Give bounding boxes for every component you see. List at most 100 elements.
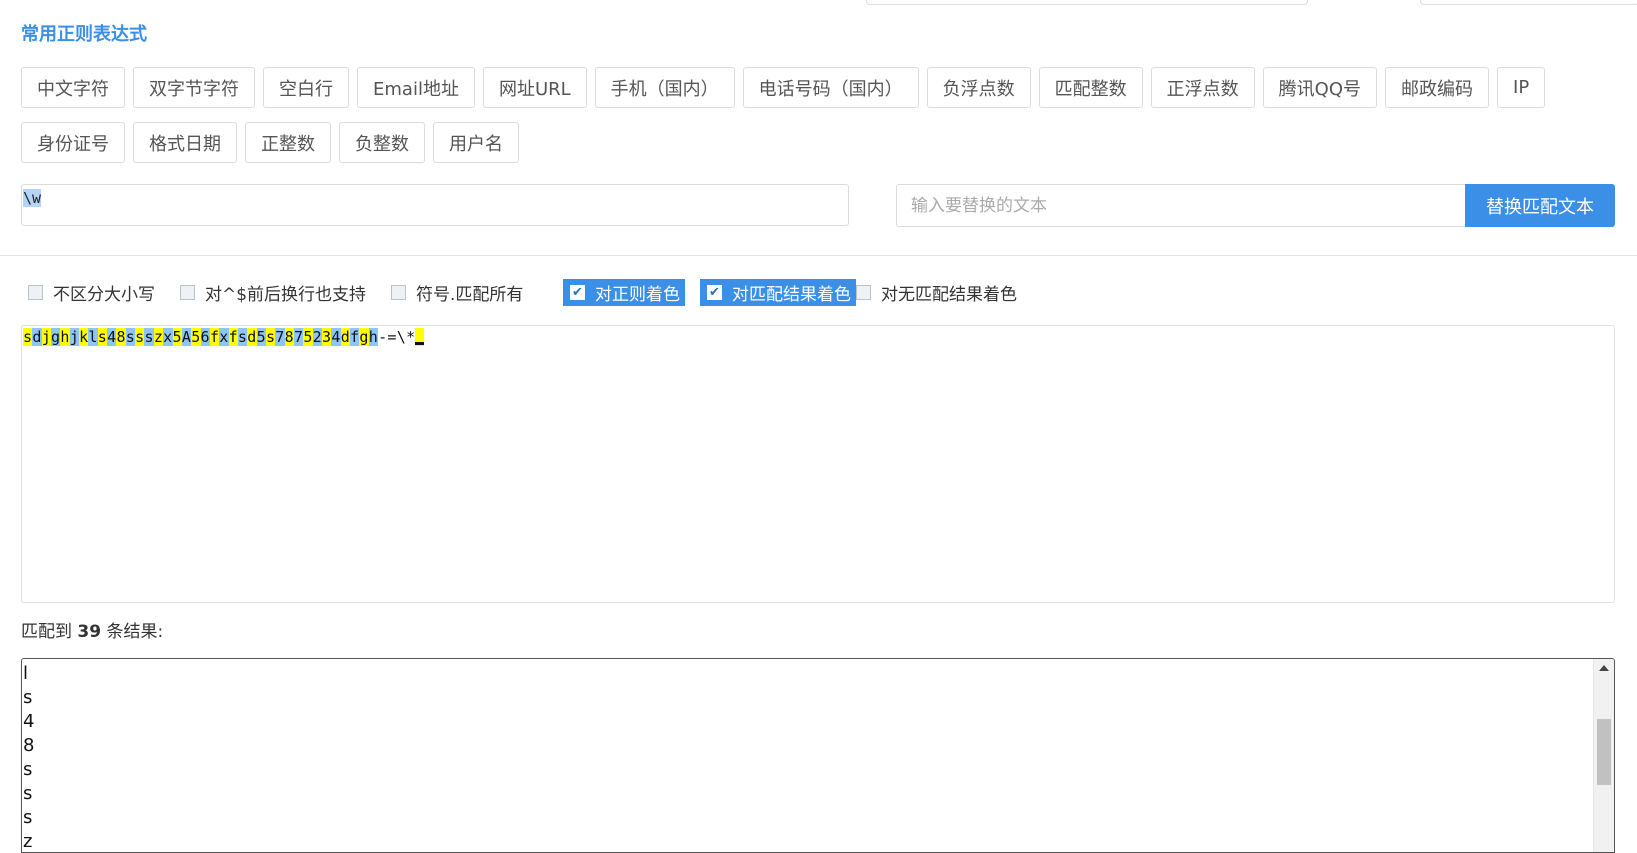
test-char: z	[153, 328, 164, 346]
test-char: l	[88, 328, 98, 346]
option-checkbox[interactable]: ✔ 对匹配结果着色	[700, 279, 856, 306]
test-char: 3	[322, 328, 332, 346]
preset-button[interactable]: 中文字符	[21, 67, 125, 108]
checkbox-unchecked-icon[interactable]	[180, 285, 195, 300]
test-char: h	[60, 328, 70, 346]
preset-button[interactable]: 网址URL	[482, 67, 587, 108]
test-char: 5	[256, 328, 266, 346]
option-label: 不区分大小写	[53, 285, 155, 305]
test-char: s	[23, 328, 33, 346]
preset-button[interactable]: Email地址	[357, 67, 475, 108]
regex-input-value: \w	[23, 189, 42, 207]
test-char: 8	[116, 328, 126, 346]
test-char: =	[387, 328, 397, 346]
preset-button[interactable]: 用户名	[433, 122, 519, 163]
option-label: 对正则着色	[595, 285, 680, 305]
preset-button[interactable]: 正浮点数	[1150, 67, 1255, 108]
option-checkbox[interactable]: 对无匹配结果着色	[849, 279, 1017, 306]
top-edge-fragment	[1420, 0, 1637, 5]
option-label: 对匹配结果着色	[732, 285, 851, 305]
test-char: d	[247, 328, 257, 346]
test-char: d	[32, 328, 42, 346]
result-item: s	[23, 687, 33, 708]
preset-button[interactable]: 格式日期	[133, 122, 237, 163]
result-list-box[interactable]: ls48sssz	[21, 658, 1615, 853]
test-char: f	[228, 328, 238, 346]
result-item: s	[23, 807, 33, 828]
option-label: 对无匹配结果着色	[881, 285, 1017, 305]
preset-button[interactable]: 邮政编码	[1385, 67, 1490, 108]
option-checkbox[interactable]: 对^$前后换行也支持	[173, 279, 366, 306]
preset-button[interactable]: 双字节字符	[133, 67, 255, 108]
result-count: 39	[77, 622, 102, 642]
preset-button[interactable]: 负浮点数	[926, 67, 1031, 108]
test-char: d	[340, 328, 351, 346]
result-summary-suffix: 条结果:	[101, 622, 164, 642]
test-char: 5	[172, 328, 182, 346]
test-char: 6	[200, 328, 210, 346]
test-char: s	[144, 328, 154, 346]
test-char: g	[51, 328, 61, 346]
preset-button[interactable]: IP	[1497, 67, 1546, 108]
test-char: 5	[303, 328, 313, 346]
test-char: x	[219, 328, 229, 346]
result-list: ls48sssz	[23, 662, 35, 852]
replace-text-input[interactable]	[896, 184, 1466, 227]
result-item: s	[23, 759, 33, 780]
test-char: 7	[275, 328, 285, 346]
scroll-up-arrow-icon[interactable]	[1599, 665, 1609, 671]
result-scrollbar[interactable]	[1593, 659, 1614, 852]
test-char: f	[209, 328, 220, 346]
preset-button[interactable]: 电话号码（国内）	[742, 67, 919, 108]
preset-button[interactable]: 匹配整数	[1038, 67, 1143, 108]
option-checkbox[interactable]: ✔ 对正则着色	[563, 279, 685, 306]
scroll-thumb[interactable]	[1597, 719, 1611, 785]
test-char: s	[125, 328, 136, 346]
option-label: 符号.匹配所有	[416, 285, 524, 305]
test-char: 7	[293, 328, 304, 346]
test-char: g	[359, 328, 369, 346]
test-char: 4	[331, 328, 341, 346]
test-char: x	[163, 328, 173, 346]
top-edge-fragment	[866, 0, 1308, 5]
checkbox-checked-icon[interactable]: ✔	[707, 285, 722, 300]
test-char: A	[181, 328, 192, 346]
test-char: j	[41, 328, 52, 346]
regex-input[interactable]: \w	[21, 184, 849, 226]
preset-button[interactable]: 正整数	[245, 122, 331, 163]
preset-button[interactable]: 腾讯QQ号	[1262, 67, 1378, 108]
divider	[0, 255, 1637, 256]
test-char: f	[350, 328, 360, 346]
regex-preset-buttons: 中文字符 双字节字符 空白行 Email地址 网址URL 手机（国内） 电话号码（国内） 负浮…	[21, 67, 1621, 177]
preset-button[interactable]: 手机（国内）	[594, 67, 735, 108]
replace-matches-button[interactable]: 替换匹配文本	[1465, 184, 1615, 227]
test-char: s	[237, 328, 248, 346]
result-item: l	[23, 663, 29, 684]
checkbox-unchecked-icon[interactable]	[856, 285, 871, 300]
checkbox-unchecked-icon[interactable]	[28, 285, 43, 300]
section-title: 常用正则表达式	[21, 24, 147, 44]
test-char: 8	[284, 328, 294, 346]
option-checkbox[interactable]: 符号.匹配所有	[384, 279, 523, 306]
result-item: 4	[23, 711, 35, 732]
result-item: s	[23, 783, 33, 804]
text-caret	[415, 342, 425, 345]
test-char: s	[265, 328, 276, 346]
test-char: s	[97, 328, 108, 346]
test-char: \	[396, 328, 407, 346]
option-checkbox[interactable]: 不区分大小写	[21, 279, 155, 306]
result-item: 8	[23, 735, 35, 756]
preset-button[interactable]: 负整数	[339, 122, 425, 163]
caret-highlight	[415, 328, 425, 346]
test-text-area[interactable]: sdjghjkls48ssszx5A56fxfsd5s7875234dfgh-=…	[21, 325, 1615, 603]
option-label: 对^$前后换行也支持	[205, 285, 367, 305]
preset-button[interactable]: 身份证号	[21, 122, 125, 163]
preset-button[interactable]: 空白行	[263, 67, 349, 108]
test-char: 5	[191, 328, 201, 346]
checkbox-checked-icon[interactable]: ✔	[570, 285, 585, 300]
checkbox-unchecked-icon[interactable]	[391, 285, 406, 300]
test-char: 2	[312, 328, 322, 346]
test-char: j	[69, 328, 80, 346]
test-char: h	[368, 328, 379, 346]
result-summary-prefix: 匹配到	[21, 622, 78, 642]
